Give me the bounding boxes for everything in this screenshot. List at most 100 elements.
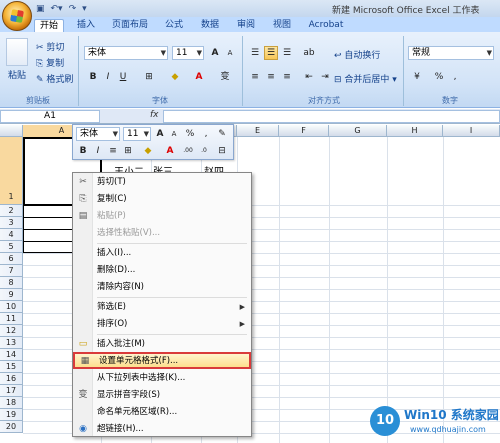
mini-decrease-decimal-button[interactable]: .00 (181, 144, 195, 158)
row-header-15[interactable]: 15 (0, 361, 23, 373)
menu-item-insert[interactable]: 插入(I)... (73, 246, 251, 261)
phonetic-button[interactable]: 变 (218, 70, 232, 84)
comma-button[interactable]: , (448, 70, 462, 84)
menu-item-copy[interactable]: ⎘ 复制(C) (73, 192, 251, 207)
row-header-7[interactable]: 7 (0, 265, 23, 277)
row-header-5[interactable]: 5 (0, 241, 23, 253)
row-header-4[interactable]: 4 (0, 229, 23, 241)
currency-icon[interactable]: ¥ (410, 70, 424, 84)
mini-increase-decimal-button[interactable]: .0 (197, 144, 211, 158)
font-color-button[interactable]: A (192, 70, 206, 84)
row-header-3[interactable]: 3 (0, 217, 23, 229)
underline-button[interactable]: U (116, 70, 130, 84)
row-header-18[interactable]: 18 (0, 397, 23, 409)
shrink-font-button[interactable]: A (223, 46, 237, 60)
mini-comma-button[interactable]: , (199, 127, 213, 141)
mini-bold-button[interactable]: B (76, 144, 90, 158)
tab-view[interactable]: 视图 (268, 19, 296, 32)
fill-color-icon[interactable]: ◆ (168, 70, 182, 84)
align-bottom-icon[interactable]: ☰ (280, 46, 294, 60)
tab-data[interactable]: 数据 (196, 19, 224, 32)
format-painter-button[interactable]: ✎ 格式刷 (36, 72, 73, 85)
menu-item-pick-from-list[interactable]: 从下拉列表中选择(K)... (73, 371, 251, 386)
mini-font-name-combo[interactable]: 宋体 ▼ (76, 127, 120, 141)
row-header-2[interactable]: 2 (0, 205, 23, 217)
menu-item-hyperlink[interactable]: ◉ 超链接(H)... (73, 422, 251, 437)
number-format-combo[interactable]: 常规 ▼ (408, 46, 494, 60)
align-top-icon[interactable]: ☰ (248, 46, 262, 60)
select-all-corner[interactable] (0, 125, 23, 137)
menu-item-delete[interactable]: 删除(D)... (73, 263, 251, 278)
customize-qat-icon[interactable]: ▾ (82, 4, 87, 14)
menu-item-insert-comment[interactable]: ▭ 插入批注(M) (73, 337, 251, 352)
mini-shrink-font-button[interactable]: A (167, 127, 181, 141)
fx-icon[interactable]: fx (150, 110, 159, 120)
borders-icon[interactable]: ⊞ (142, 70, 156, 84)
align-middle-icon[interactable]: ☰ (264, 46, 278, 60)
merge-center-button[interactable]: ⊟ 合并后居中 ▾ (334, 72, 397, 85)
mini-font-color-button[interactable]: A (163, 144, 177, 158)
office-button[interactable] (2, 1, 32, 31)
decrease-indent-icon[interactable]: ⇤ (302, 70, 316, 84)
row-header-20[interactable]: 20 (0, 421, 23, 433)
row-header-16[interactable]: 16 (0, 373, 23, 385)
column-header-f[interactable]: F (279, 125, 329, 137)
tab-review[interactable]: 审阅 (232, 19, 260, 32)
row-header-13[interactable]: 13 (0, 337, 23, 349)
wrap-text-button[interactable]: ↩ 自动换行 (334, 48, 380, 61)
tab-page-layout[interactable]: 页面布局 (108, 19, 152, 32)
orientation-icon[interactable]: ab (302, 46, 316, 60)
paste-button[interactable]: 粘贴 (8, 68, 26, 81)
mini-grow-font-button[interactable]: A (153, 127, 167, 141)
menu-item-sort[interactable]: 排序(O) ▶ (73, 317, 251, 332)
column-header-i[interactable]: I (443, 125, 500, 137)
row-header-11[interactable]: 11 (0, 313, 23, 325)
tab-formulas[interactable]: 公式 (160, 19, 188, 32)
mini-fill-color-icon[interactable]: ◆ (141, 144, 155, 158)
column-header-h[interactable]: H (387, 125, 443, 137)
font-name-combo[interactable]: 宋体 ▼ (84, 46, 168, 60)
mini-merge-icon[interactable]: ⊟ (215, 144, 229, 158)
menu-item-format-cells[interactable]: ▦ 设置单元格格式(F)... (73, 352, 251, 369)
save-icon[interactable]: ▣ (36, 4, 45, 14)
paste-icon[interactable] (6, 38, 28, 66)
redo-icon[interactable]: ↷ (69, 4, 77, 14)
row-header-12[interactable]: 12 (0, 325, 23, 337)
formula-input[interactable] (163, 110, 500, 123)
row-header-1[interactable]: 1 (0, 137, 23, 205)
column-header-e[interactable]: E (237, 125, 279, 137)
mini-percent-button[interactable]: % (183, 127, 197, 141)
row-header-6[interactable]: 6 (0, 253, 23, 265)
row-header-10[interactable]: 10 (0, 301, 23, 313)
undo-icon[interactable]: ↶▾ (51, 4, 63, 14)
row-header-19[interactable]: 19 (0, 409, 23, 421)
mini-borders-icon[interactable]: ⊞ (121, 144, 135, 158)
align-right-icon[interactable]: ≡ (280, 70, 294, 84)
menu-item-name-range[interactable]: 命名单元格区域(R)... (73, 405, 251, 420)
mini-align-button[interactable]: ≡ (106, 144, 120, 158)
tab-home[interactable]: 开始 (34, 19, 64, 32)
menu-item-show-phonetic[interactable]: 变 显示拼音字段(S) (73, 388, 251, 403)
menu-item-clear-contents[interactable]: 清除内容(N) (73, 280, 251, 295)
bold-button[interactable]: B (86, 70, 100, 84)
row-header-9[interactable]: 9 (0, 289, 23, 301)
tab-acrobat[interactable]: Acrobat (304, 19, 348, 32)
menu-item-filter[interactable]: 筛选(E) ▶ (73, 300, 251, 315)
menu-item-cut[interactable]: ✂ 剪切(T) (73, 175, 251, 190)
align-left-icon[interactable]: ≡ (248, 70, 262, 84)
mini-format-painter-icon[interactable]: ✎ (215, 127, 229, 141)
cut-button[interactable]: ✂ 剪切 (36, 40, 64, 53)
row-header-14[interactable]: 14 (0, 349, 23, 361)
row-header-17[interactable]: 17 (0, 385, 23, 397)
mini-font-size-combo[interactable]: 11 ▼ (123, 127, 151, 141)
copy-button[interactable]: ⎘ 复制 (36, 56, 64, 69)
name-box[interactable]: A1 (0, 110, 100, 123)
font-size-combo[interactable]: 11 ▼ (172, 46, 204, 60)
column-header-g[interactable]: G (329, 125, 387, 137)
increase-indent-icon[interactable]: ⇥ (318, 70, 332, 84)
grow-font-button[interactable]: A (208, 46, 222, 60)
percent-button[interactable]: % (432, 70, 446, 84)
menu-item-paste-special[interactable]: 选择性粘贴(V)... (73, 226, 251, 241)
italic-button[interactable]: I (101, 70, 115, 84)
tab-insert[interactable]: 插入 (72, 19, 100, 32)
